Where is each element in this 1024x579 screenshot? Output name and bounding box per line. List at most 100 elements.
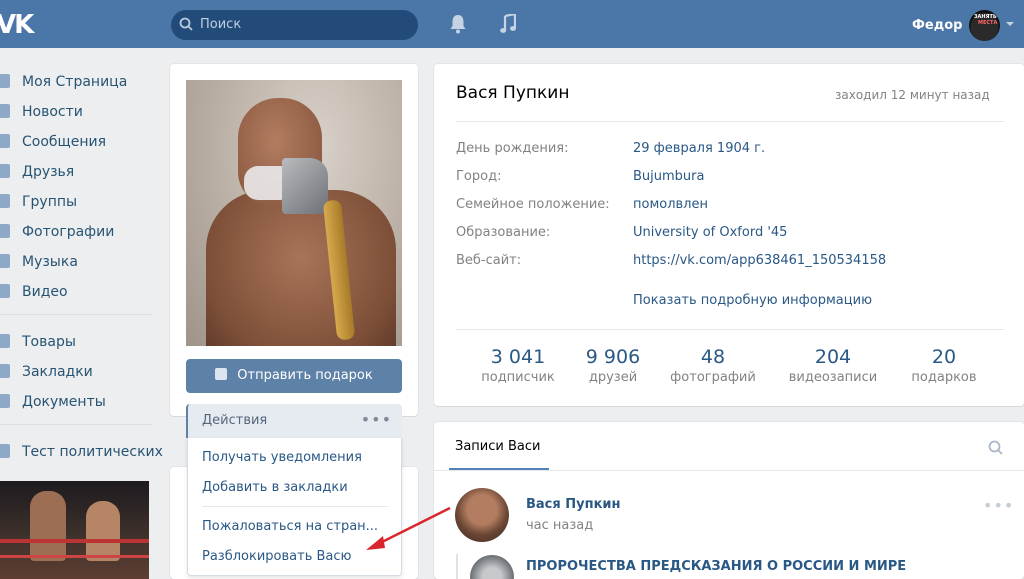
post-timestamp[interactable]: час назад xyxy=(526,518,593,533)
photos-icon xyxy=(0,224,10,238)
sidebar-item-photos[interactable]: Фотографии xyxy=(0,218,160,246)
menu-item-notifications[interactable]: Получать уведомления xyxy=(202,450,362,465)
sidebar-item-label: Видео xyxy=(22,284,68,300)
documents-icon xyxy=(0,394,10,408)
repost-indicator xyxy=(456,554,458,579)
sidebar-item-label: Фотографии xyxy=(22,224,115,240)
gift-icon xyxy=(215,368,228,380)
sidebar-item-label: Моя Страница xyxy=(22,74,128,90)
stat-label: подписчик xyxy=(481,370,555,385)
current-user-name[interactable]: Федор xyxy=(912,18,962,33)
messages-icon xyxy=(0,134,10,148)
chevron-down-icon[interactable] xyxy=(1006,22,1014,26)
ring-rope xyxy=(0,539,149,543)
stat-label: видеозаписи xyxy=(788,370,878,385)
actions-dropdown: Получать уведомления Добавить в закладки… xyxy=(187,438,402,576)
friends-icon xyxy=(0,164,10,178)
sidebar-item-label: Тест политических xyxy=(22,444,163,460)
ad-figure xyxy=(30,491,66,561)
vk-logo[interactable]: VK xyxy=(0,10,34,40)
stat-count: 9 906 xyxy=(585,346,641,368)
send-gift-label: Отправить подарок xyxy=(237,368,373,383)
sidebar-item-bookmarks[interactable]: Закладки xyxy=(0,358,160,386)
stat-count: 3 041 xyxy=(490,346,546,368)
sidebar-item-documents[interactable]: Документы xyxy=(0,388,160,416)
stat-count: 48 xyxy=(700,346,726,368)
menu-item-bookmark[interactable]: Добавить в закладки xyxy=(202,480,348,495)
sidebar-item-label: Товары xyxy=(22,334,76,350)
profile-name: Вася Пупкин xyxy=(456,83,570,103)
last-seen-status: заходил 12 минут назад xyxy=(835,88,990,102)
stat-label: друзей xyxy=(588,370,638,385)
sidebar-item-news[interactable]: Новости xyxy=(0,98,160,126)
stat-friends[interactable]: 9 906 друзей xyxy=(558,346,668,385)
sidebar-item-market[interactable]: Товары xyxy=(0,328,160,356)
post-author-name[interactable]: Вася Пупкин xyxy=(526,497,621,512)
home-icon xyxy=(0,74,10,88)
post-more-icon[interactable]: ••• xyxy=(983,496,1014,515)
actions-button[interactable]: Действия ••• xyxy=(186,404,402,438)
news-icon xyxy=(0,104,10,118)
music-icon xyxy=(0,254,10,268)
stat-photos[interactable]: 48 фотографий xyxy=(658,346,768,385)
website-link[interactable]: https://vk.com/app638461_150534158 xyxy=(633,253,886,268)
sidebar-item-groups[interactable]: Группы xyxy=(0,188,160,216)
sidebar-item-messages[interactable]: Сообщения xyxy=(0,128,160,156)
photo-figure xyxy=(282,158,328,214)
sidebar-item-label: Группы xyxy=(22,194,78,210)
relationship-label: Семейное положение: xyxy=(456,197,610,212)
profile-photo[interactable] xyxy=(186,80,402,346)
sidebar-item-friends[interactable]: Друзья xyxy=(0,158,160,186)
menu-divider xyxy=(202,506,388,507)
menu-item-unblock[interactable]: Разблокировать Васю xyxy=(202,549,351,564)
relationship-value[interactable]: помолвлен xyxy=(633,197,708,212)
city-label: Город: xyxy=(456,169,502,184)
current-user-avatar[interactable]: ЗАНЯТЬ МЕСТА xyxy=(969,10,1000,41)
ring-rope xyxy=(0,555,149,558)
top-header: VK Поиск Федор ЗАНЯТЬ МЕСТА xyxy=(0,0,1024,48)
stat-followers[interactable]: 3 041 подписчик xyxy=(463,346,573,385)
sidebar-item-label: Новости xyxy=(22,104,83,120)
search-box[interactable]: Поиск xyxy=(171,10,418,40)
education-value[interactable]: University of Oxford '45 xyxy=(633,225,787,240)
stat-count: 204 xyxy=(814,346,852,368)
send-gift-button[interactable]: Отправить подарок xyxy=(186,359,402,393)
sidebar-item-music[interactable]: Музыка xyxy=(0,248,160,276)
sidebar-item-label: Закладки xyxy=(22,364,93,380)
ad-figure xyxy=(86,501,120,561)
app-icon xyxy=(0,444,10,458)
sidebar-item-video[interactable]: Видео xyxy=(0,278,160,306)
post-author-avatar[interactable] xyxy=(455,488,509,542)
search-input[interactable]: Поиск xyxy=(200,17,241,32)
stat-label: подарков xyxy=(911,370,977,385)
video-icon xyxy=(0,284,10,298)
music-note-icon[interactable] xyxy=(500,14,516,34)
birthday-label: День рождения: xyxy=(456,141,569,156)
sidebar-item-label: Сообщения xyxy=(22,134,107,150)
sidebar-item-my-page[interactable]: Моя Страница xyxy=(0,68,160,96)
actions-label: Действия xyxy=(202,413,268,428)
show-more-info-link[interactable]: Показать подробную информацию xyxy=(633,293,872,308)
ad-banner[interactable] xyxy=(0,481,149,579)
search-icon[interactable] xyxy=(988,440,1003,455)
sidebar-item-label: Друзья xyxy=(22,164,75,180)
sidebar-item-label: Документы xyxy=(22,394,106,410)
stat-count: 20 xyxy=(931,346,957,368)
city-value[interactable]: Bujumbura xyxy=(633,169,704,184)
info-divider xyxy=(456,329,1004,330)
search-icon xyxy=(179,17,193,31)
education-label: Образование: xyxy=(456,225,551,240)
stat-gifts[interactable]: 20 подарков xyxy=(889,346,999,385)
sidebar-item-app[interactable]: Тест политических xyxy=(0,438,163,466)
tab-wall-posts[interactable]: Записи Васи xyxy=(455,439,540,454)
sidebar-divider xyxy=(0,314,152,315)
info-divider xyxy=(456,121,1004,122)
birthday-value[interactable]: 29 февраля 1904 г. xyxy=(633,141,765,156)
more-dots-icon[interactable]: ••• xyxy=(361,410,392,429)
repost-source-title[interactable]: ПРОРОЧЕСТВА ПРЕДСКАЗАНИЯ О РОССИИ И МИРЕ xyxy=(526,559,906,574)
menu-item-report[interactable]: Пожаловаться на стран... xyxy=(202,519,378,534)
wall-divider xyxy=(434,470,1024,471)
stat-videos[interactable]: 204 видеозаписи xyxy=(778,346,888,385)
stat-label: фотографий xyxy=(670,370,756,385)
bell-icon[interactable] xyxy=(449,14,467,34)
